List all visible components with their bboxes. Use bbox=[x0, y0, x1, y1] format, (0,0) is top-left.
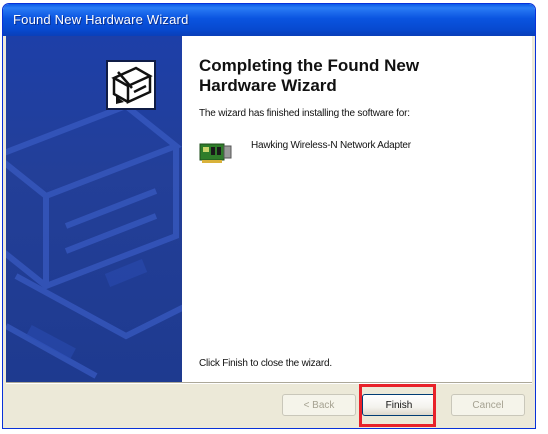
background-strip bbox=[537, 3, 548, 429]
cancel-button[interactable]: Cancel bbox=[451, 394, 525, 416]
network-card-icon bbox=[199, 143, 232, 163]
device-name: Hawking Wireless-N Network Adapter bbox=[251, 140, 411, 151]
close-instruction: Click Finish to close the wizard. bbox=[199, 358, 332, 369]
hardware-box-icon bbox=[106, 60, 156, 110]
finish-highlight-box bbox=[359, 384, 436, 427]
page-title: Completing the Found New Hardware Wizard bbox=[199, 56, 519, 96]
footer-separator bbox=[6, 382, 532, 384]
page-title-line-1: Completing the Found New bbox=[199, 56, 420, 75]
wizard-side-panel bbox=[6, 36, 182, 382]
wizard-window: Found New Hardware Wizard Completing the… bbox=[2, 3, 536, 429]
wizard-body: Completing the Found New Hardware Wizard… bbox=[6, 36, 532, 382]
window-title: Found New Hardware Wizard bbox=[13, 12, 189, 27]
intro-text: The wizard has finished installing the s… bbox=[199, 108, 410, 119]
back-button[interactable]: < Back bbox=[282, 394, 356, 416]
title-bar[interactable]: Found New Hardware Wizard bbox=[3, 4, 535, 36]
page-title-line-2: Hardware Wizard bbox=[199, 76, 337, 95]
